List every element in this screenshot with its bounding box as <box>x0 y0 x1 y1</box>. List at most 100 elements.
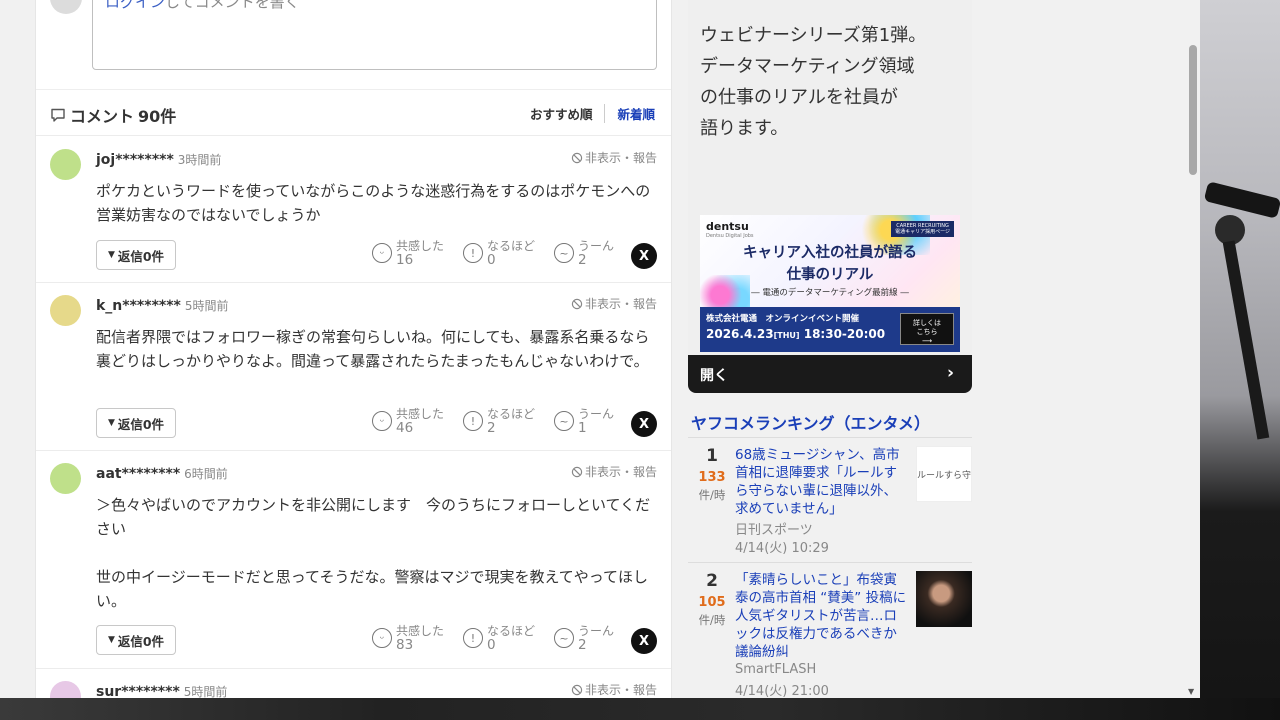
promo-ad[interactable]: ウェビナーシリーズ第1弾。 データマーケティング領域 の仕事のリアルを社員が 語… <box>688 0 972 393</box>
hide-report-link[interactable]: 非表示・報告 <box>571 463 657 480</box>
comment-item: sur******** 5時間前 非表示・報告 <box>36 669 671 698</box>
username-text: aat******** <box>96 466 181 482</box>
reply-button[interactable]: ▼ 返信0件 <box>96 408 176 438</box>
sort-newest[interactable]: 新着順 <box>605 104 655 123</box>
avatar <box>50 149 81 180</box>
x-share-icon[interactable]: X <box>631 411 657 437</box>
x-share-icon[interactable]: X <box>631 628 657 654</box>
comments-header: コメント 90件 おすすめ順 新着順 <box>36 90 671 136</box>
smile-icon: ᵕ <box>372 411 392 431</box>
reaction-count: 16 <box>396 252 414 268</box>
event-day: [THU] <box>773 331 800 340</box>
reaction-agree[interactable]: ᵕ 共感した 16 <box>372 239 444 267</box>
rank-thumbnail[interactable]: ルールすら守らない <box>916 446 972 502</box>
reaction-label: 共感した <box>396 624 445 638</box>
sort-recommended[interactable]: おすすめ順 <box>530 104 606 123</box>
comment-time: 6時間前 <box>184 467 228 481</box>
reaction-insight[interactable]: ! なるほど 2 <box>463 407 535 435</box>
avatar <box>50 463 81 494</box>
ranking-item[interactable]: 1 133 件/時 68歳ミュージシャン、高市首相に退陣要求「ルールすら守らない… <box>688 438 972 563</box>
rank-number: 2 <box>706 571 718 591</box>
hmm-face-icon: ~ <box>554 411 574 431</box>
hide-report-link[interactable]: 非表示・報告 <box>571 681 657 698</box>
comment-body: 配信者界隈ではフォロワー稼ぎの常套句らしいね。何にしても、暴露系名乗るなら裏どり… <box>96 328 650 370</box>
comments-count: 90件 <box>138 107 177 126</box>
comment-username[interactable]: joj******** 3時間前 <box>96 151 221 168</box>
report-label: 非表示・報告 <box>584 151 657 165</box>
reaction-hmm[interactable]: ~ うーん 2 <box>554 624 614 652</box>
comment-body: ポケカというワードを使っていながらこのような迷惑行為をするのはポケモンへの営業妨… <box>96 182 651 224</box>
scrollbar-thumb[interactable] <box>1189 45 1197 175</box>
comment-username[interactable]: aat******** 6時間前 <box>96 465 228 482</box>
comment-item: joj******** 3時間前 非表示・報告 ポケカというワードを使っていながら… <box>36 137 671 283</box>
page-scrollbar[interactable]: ▼ <box>1185 0 1200 698</box>
comment-time: 5時間前 <box>184 299 229 313</box>
username-text: k_n******** <box>96 298 181 314</box>
reaction-agree[interactable]: ᵕ 共感した 83 <box>372 624 444 652</box>
reply-label: 返信0件 <box>117 416 165 432</box>
rank-date: 4/14(火) 10:29 <box>735 541 829 556</box>
ranking-item[interactable]: 2 105 件/時 「素晴らしいこと」布袋寅泰の高市首相 “賛美” 投稿に人気ギ… <box>688 563 972 698</box>
comment-username[interactable]: sur******** 5時間前 <box>96 683 227 698</box>
comments-title-label: コメント <box>70 107 135 126</box>
desktop-bottom-strip <box>0 698 1280 720</box>
rank-source: SmartFLASH <box>735 662 817 677</box>
x-share-icon[interactable]: X <box>631 243 657 269</box>
insight-face-icon: ! <box>463 411 483 431</box>
rank-article-title[interactable]: 68歳ミュージシャン、高市首相に退陣要求「ルールすら守らない輩に退陣以外、求めて… <box>735 446 909 518</box>
smile-icon: ᵕ <box>372 628 392 648</box>
thumbnail-text: ルールすら守らない <box>917 470 972 481</box>
placeholder-text: してコメントを書く <box>165 0 300 11</box>
login-link[interactable]: ログイン <box>105 0 165 11</box>
reply-button[interactable]: ▼ 返信0件 <box>96 625 176 655</box>
promo-text: ウェビナーシリーズ第1弾。 データマーケティング領域 の仕事のリアルを社員が 語… <box>700 25 927 139</box>
reaction-count: 0 <box>487 637 496 653</box>
comment-item: k_n******** 5時間前 非表示・報告 配信者界隈ではフォロワー稼ぎの常套… <box>36 283 671 451</box>
chevron-right-icon: › <box>946 363 954 383</box>
rank-date: 4/14(火) 21:00 <box>735 684 829 698</box>
details-button[interactable]: 詳しくは こちら ⟶ <box>900 313 954 345</box>
reaction-count: 2 <box>578 252 587 268</box>
reaction-label: 共感した <box>396 239 445 253</box>
username-text: sur******** <box>96 684 180 698</box>
insight-face-icon: ! <box>463 628 483 648</box>
username-text: joj******** <box>96 152 174 168</box>
rank-count: 105 <box>698 595 726 610</box>
open-ad-bar[interactable]: 開く › <box>688 355 972 393</box>
event-date: 2026.4.23 <box>706 327 774 341</box>
banner-subline: ― 電通のデータマーケティング最前線 ― <box>751 288 909 298</box>
scroll-down-arrow-icon[interactable]: ▼ <box>1188 687 1194 696</box>
reaction-insight[interactable]: ! なるほど 0 <box>463 624 535 652</box>
hide-report-link[interactable]: 非表示・報告 <box>571 149 657 166</box>
report-label: 非表示・報告 <box>584 297 657 311</box>
rank-article-title[interactable]: 「素晴らしいこと」布袋寅泰の高市首相 “賛美” 投稿に人気ギタリストが苦言…ロッ… <box>735 571 909 661</box>
reaction-label: うーん <box>578 624 615 638</box>
reaction-hmm[interactable]: ~ うーん 1 <box>554 407 614 435</box>
reaction-label: うーん <box>578 239 615 253</box>
banner-headline-1: キャリア入社の社員が語る <box>743 245 917 261</box>
comment-username[interactable]: k_n******** 5時間前 <box>96 297 229 314</box>
reaction-hmm[interactable]: ~ うーん 2 <box>554 239 614 267</box>
rank-unit: 件/時 <box>698 613 726 627</box>
comments-title: コメント 90件 <box>50 103 176 127</box>
reply-label: 返信0件 <box>117 633 165 649</box>
reply-button[interactable]: ▼ 返信0件 <box>96 240 176 270</box>
hide-report-link[interactable]: 非表示・報告 <box>571 295 657 312</box>
reaction-label: なるほど <box>487 624 536 638</box>
rank-thumbnail[interactable] <box>916 571 972 627</box>
ranking-title[interactable]: ヤフコメランキング（エンタメ） <box>691 410 930 434</box>
rank-unit: 件/時 <box>698 488 726 502</box>
reaction-label: 共感した <box>396 407 445 421</box>
comment-input[interactable]: ログインしてコメントを書く <box>92 0 657 70</box>
reaction-insight[interactable]: ! なるほど 0 <box>463 239 535 267</box>
reply-label: 返信0件 <box>117 248 165 264</box>
sort-switch: おすすめ順 新着順 <box>530 104 655 123</box>
caret-down-icon: ▼ <box>107 250 115 260</box>
right-sidebar: ウェビナーシリーズ第1弾。 データマーケティング領域 の仕事のリアルを社員が 語… <box>688 0 972 698</box>
reaction-count: 46 <box>396 420 414 436</box>
reaction-agree[interactable]: ᵕ 共感した 46 <box>372 407 444 435</box>
comment-item: aat******** 6時間前 非表示・報告 ＞色々やばいのでアカウントを非公開… <box>36 451 671 669</box>
reaction-label: うーん <box>578 407 615 421</box>
promo-banner[interactable]: dentsu Dentsu Digital Jobs CAREER RECRUI… <box>700 215 960 352</box>
block-icon <box>571 466 583 477</box>
